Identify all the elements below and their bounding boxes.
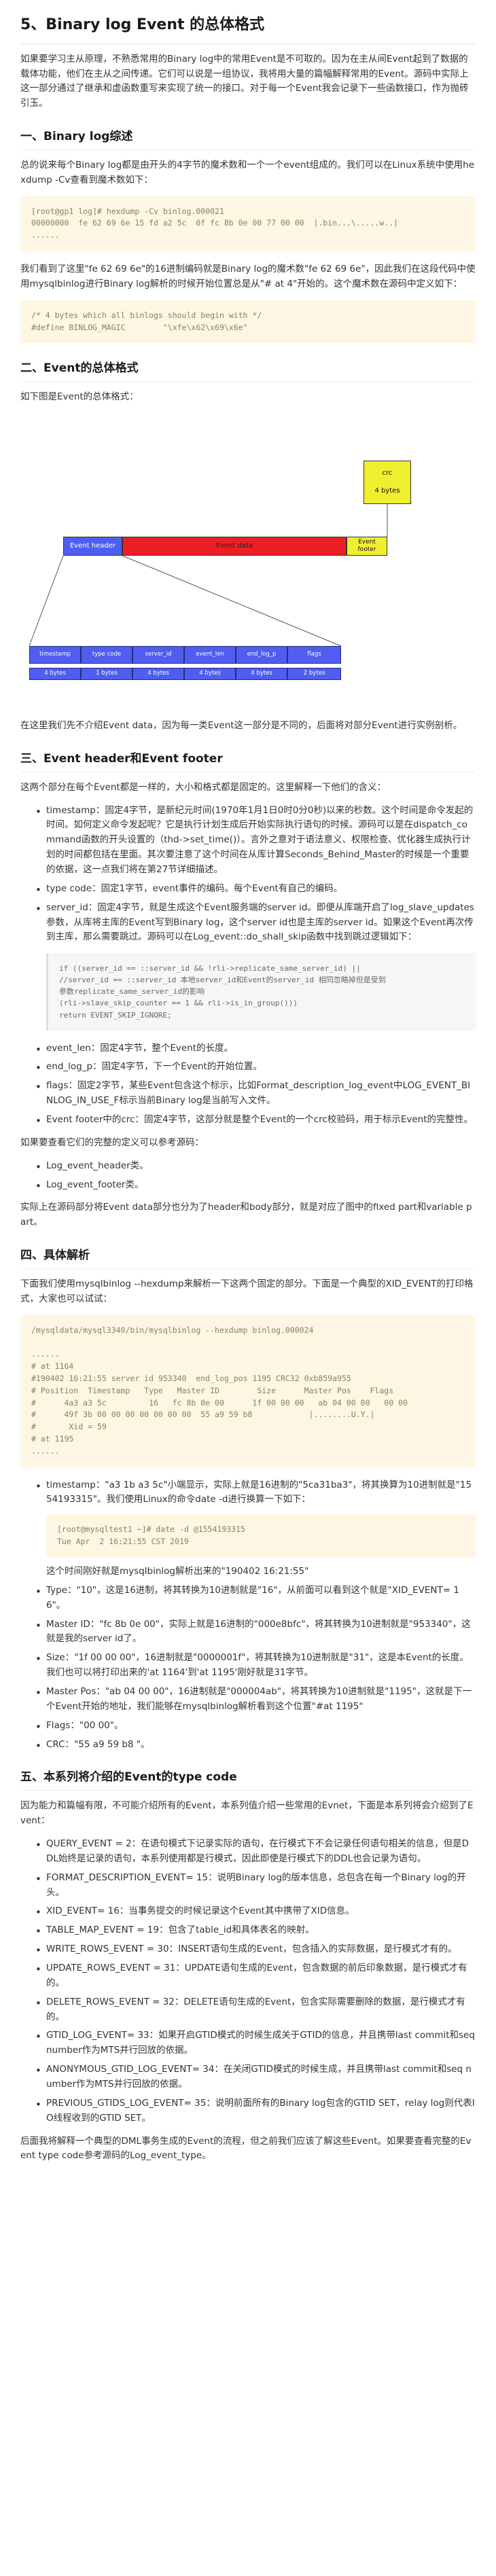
list-item: DELETE_ROWS_EVENT = 32：DELETE语句生成的Event，… (20, 1995, 476, 2025)
list-item: PREVIOUS_GTIDS_LOG_EVENT= 35：说明前面所有的Bina… (20, 2096, 476, 2126)
header-field-list: timestamp：固定4字节，是新纪元时间(1970年1月1日0时0分0秒)以… (20, 804, 476, 946)
list-item: XID_EVENT= 16：当事务提交的时候记录这个Event其中携带了XID信… (20, 1904, 476, 1920)
paragraph: 这两个部分在每个Event都是一样的，大小和格式都是固定的。这里解释一下他们的含… (20, 781, 387, 793)
paragraph: 如果要查看它们的完整的定义可以参考源码： (20, 1137, 204, 1148)
list-item: flags：固定2字节，某些Event包含这个标示，比如Format_descr… (20, 1079, 476, 1109)
article: 5、Binary log Event 的总体格式 如果要学习主从原理，不熟悉常用… (0, 0, 496, 2576)
list-item: server_id：固定4字节，就是生成这个Event服务端的server id… (20, 901, 476, 946)
paragraph: 总的说来每个Binary log都是由开头的4字节的魔术数和一个一个event组… (20, 159, 475, 185)
list-item: ANONYMOUS_GTID_LOG_EVENT= 34：在关闭GTID模式的时… (20, 2062, 476, 2092)
field-end-log-p-size: 4 bytes (236, 668, 287, 681)
intro-paragraph: 如果要学习主从原理，不熟悉常用的Binary log中的常用Event是不可取的… (20, 53, 469, 109)
field-server-id-size: 4 bytes (132, 668, 184, 681)
list-item: timestamp：固定4字节，是新纪元时间(1970年1月1日0时0分0秒)以… (20, 804, 476, 878)
list-item: Master Pos："ab 04 00 00"，16进制就是"000004ab… (20, 1685, 476, 1715)
list-item: end_log_p：固定4字节，下一个Event的开始位置。 (20, 1060, 476, 1076)
field-type-code: type code (81, 646, 132, 664)
field-flags-size: 2 bytes (287, 668, 341, 681)
event-data-box: Event data (122, 537, 347, 556)
event-footer-line1: Event (358, 539, 376, 546)
list-item: timestamp："a3 1b a3 5c"小端显示，实际上就是16进制的"5… (20, 1478, 476, 1579)
field-server-id: server_id (132, 646, 184, 664)
list-item: Master ID："fc 8b 0e 00"，实际上就是16进制的"000e8… (20, 1617, 476, 1647)
page-title: 5、Binary log Event 的总体格式 (20, 15, 476, 44)
list-item: WRITE_ROWS_EVENT = 30：INSERT语句生成的Event，包… (20, 1942, 476, 1958)
event-header-box: Event header (63, 537, 122, 556)
list-item: Size："1f 00 00 00"，16进制就是"0000001f"，将其转换… (20, 1651, 476, 1681)
list-item: TABLE_MAP_EVENT = 19：包含了table_id和具体表名的映射… (20, 1923, 476, 1939)
list-item: CRC："55 a9 59 b8 "。 (20, 1738, 476, 1754)
list-item: event_len：固定4字节，整个Event的长度。 (20, 1041, 476, 1058)
crc-label: crc (382, 469, 393, 478)
field-timestamp-size: 4 bytes (29, 668, 81, 681)
field-end-log-p: end_log_p (236, 646, 287, 664)
code-block-hexdump: [root@gp1 log]# hexdump -Cv binlog.00002… (20, 196, 476, 252)
event-format-diagram: crc 4 bytes Event header Event data Even… (20, 413, 476, 705)
section-heading-parsing: 四、具体解析 (20, 1248, 476, 1269)
code-block-skip-logic: if ((server_id == ::server_id && !rli->r… (46, 953, 476, 1031)
list-item: QUERY_EVENT = 2：在语句模式下记录实际的语句，在行模式下不会记录任… (20, 1837, 476, 1867)
paragraph: 如下图是Event的总体格式： (20, 391, 139, 403)
section-heading-format: 二、Event的总体格式 (20, 361, 476, 382)
list-item: UPDATE_ROWS_EVENT = 31：UPDATE语句生成的Event，… (20, 1961, 476, 1991)
field-type-code-size: 1 bytes (81, 668, 132, 681)
source-ref-list: Log_event_header类。 Log_event_footer类。 (20, 1159, 476, 1194)
code-block-mysqlbinlog: /mysqldata/mysql3340/bin/mysqlbinlog --h… (20, 1314, 476, 1467)
event-footer-line2: footer (357, 546, 376, 554)
paragraph: 下面我们使用mysqlbinlog --hexdump来解析一下这两个固定的部分… (20, 1278, 474, 1304)
paragraph: 因为能力和篇幅有限，不可能介绍所有的Event，本系列值介绍一些常用的Evnet… (20, 1800, 474, 1827)
list-item-note: 这个时间刚好就是mysqlbinlog解析出来的"190402 16:21:55… (46, 1565, 309, 1577)
type-code-list: QUERY_EVENT = 2：在语句模式下记录实际的语句，在行模式下不会记录任… (20, 1837, 476, 2126)
list-item: type code：固定1字节，event事件的编码。每个Event有自己的编码… (20, 882, 476, 898)
code-block-magic: /* 4 bytes which all binlogs should begi… (20, 300, 476, 344)
field-event-len: event_len (184, 646, 236, 664)
list-item: Flags："00 00"。 (20, 1719, 476, 1735)
paragraph: 实际上在源码部分将Event data部分也分为了header和body部分，就… (20, 1202, 472, 1228)
list-item: Event footer中的crc：固定4字节，这部分就是整个Event的一个c… (20, 1113, 476, 1129)
crc-box: crc 4 bytes (364, 461, 411, 505)
field-event-len-size: 4 bytes (184, 668, 236, 681)
paragraph: 后面我将解释一个典型的DML事务生成的Event的流程，但之前我们应该了解这些E… (20, 2135, 472, 2162)
crc-size: 4 bytes (374, 487, 400, 495)
paragraph: 在这里我们先不介绍Event data，因为每一类Event这一部分是不同的，后… (20, 720, 463, 732)
parse-field-list: timestamp："a3 1b a3 5c"小端显示，实际上就是16进制的"5… (20, 1478, 476, 1754)
section-heading-header-footer: 三、Event header和Event footer (20, 751, 476, 772)
list-item: Log_event_footer类。 (20, 1178, 476, 1194)
section-heading-type-codes: 五、本系列将介绍的Event的type code (20, 1770, 476, 1791)
list-item: Log_event_header类。 (20, 1159, 476, 1175)
list-item: GTID_LOG_EVENT= 33：如果开启GTID模式的时候生成关于GTID… (20, 2028, 476, 2058)
paragraph: 我们看到了这里"fe 62 69 6e"的16进制编码就是Binary log的… (20, 264, 476, 289)
field-flags: flags (287, 646, 341, 664)
list-item-text: timestamp："a3 1b a3 5c"小端显示，实际上就是16进制的"5… (46, 1479, 472, 1505)
list-item: Type："10"，这是16进制，将其转换为10进制就是"16"，从前面可以看到… (20, 1584, 476, 1613)
field-timestamp: timestamp (29, 646, 81, 664)
section-heading-overview: 一、Binary log综述 (20, 129, 476, 150)
event-footer-box: Event footer (347, 537, 387, 556)
code-block-date: [root@mysqltest1 ~]# date -d @1554193315… (46, 1514, 476, 1558)
list-item: FORMAT_DESCRIPTION_EVENT= 15：说明Binary lo… (20, 1871, 476, 1901)
header-field-list-continued: event_len：固定4字节，整个Event的长度。 end_log_p：固定… (20, 1041, 476, 1130)
